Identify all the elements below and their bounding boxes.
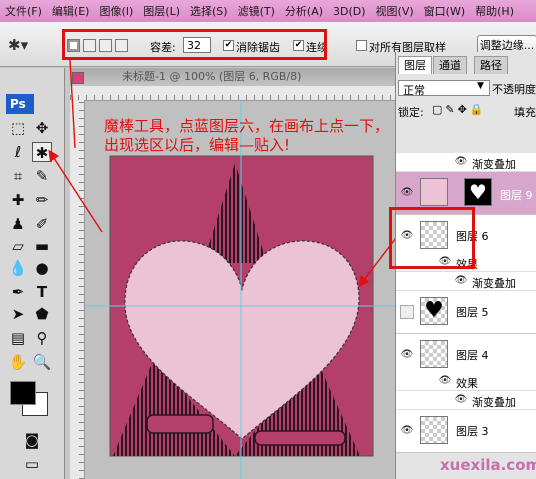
layer-name: 图层 5 [456, 306, 489, 319]
eye-icon[interactable]: 👁 [400, 349, 414, 361]
tab-channels[interactable]: 通道 [433, 56, 467, 74]
chevron-down-icon: ▼ [477, 81, 484, 91]
watermark: xuexila.com [440, 456, 536, 474]
eye-icon[interactable]: 👁 [454, 156, 468, 168]
visibility-toggle-empty[interactable] [400, 305, 414, 319]
layer-thumbnail: ♥ [420, 297, 448, 325]
layer-row-4[interactable]: 👁 图层 4 [396, 334, 536, 377]
layer-thumbnail [420, 340, 448, 368]
effect-label: 渐变叠加 [472, 396, 516, 409]
eye-icon[interactable]: 👁 [454, 275, 468, 287]
layer-name: 图层 3 [456, 425, 489, 438]
lock-label: 锁定: [398, 106, 424, 119]
effect-row[interactable]: 👁 渐变叠加 [396, 153, 536, 172]
layer-row-5[interactable]: ♥ 图层 5 [396, 291, 536, 334]
layer-thumbnail [420, 416, 448, 444]
effect-row[interactable]: 👁 渐变叠加 [396, 391, 536, 410]
eye-icon[interactable]: 👁 [400, 425, 414, 437]
layer6-highlight-box [389, 207, 475, 269]
layer-thumbnail [420, 178, 448, 206]
blend-mode-value: 正常 [403, 84, 425, 97]
lock-icons[interactable]: ▢✎✥🔒 [432, 103, 487, 116]
layer-name: 图层 9 [500, 189, 533, 202]
eye-icon[interactable]: 👁 [400, 187, 414, 199]
eye-icon[interactable]: 👁 [438, 375, 452, 387]
tab-paths[interactable]: 路径 [474, 56, 508, 74]
layer-name: 图层 4 [456, 349, 489, 362]
eye-icon[interactable]: 👁 [454, 394, 468, 406]
layer-mask-thumbnail[interactable]: ♥ [464, 178, 492, 206]
tab-layers[interactable]: 图层 [398, 56, 432, 74]
layer-row-3[interactable]: 👁 图层 3 [396, 410, 536, 453]
effects-label: 效果 [456, 377, 478, 390]
effect-row[interactable]: 👁 渐变叠加 [396, 272, 536, 291]
fill-label: 填充 [514, 106, 536, 119]
effect-label: 渐变叠加 [472, 277, 516, 290]
blend-mode-select[interactable]: 正常 ▼ [398, 80, 490, 97]
effect-label: 渐变叠加 [472, 158, 516, 171]
opacity-label: 不透明度 [492, 83, 536, 96]
effects-header-row[interactable]: 👁 效果 [396, 372, 536, 391]
